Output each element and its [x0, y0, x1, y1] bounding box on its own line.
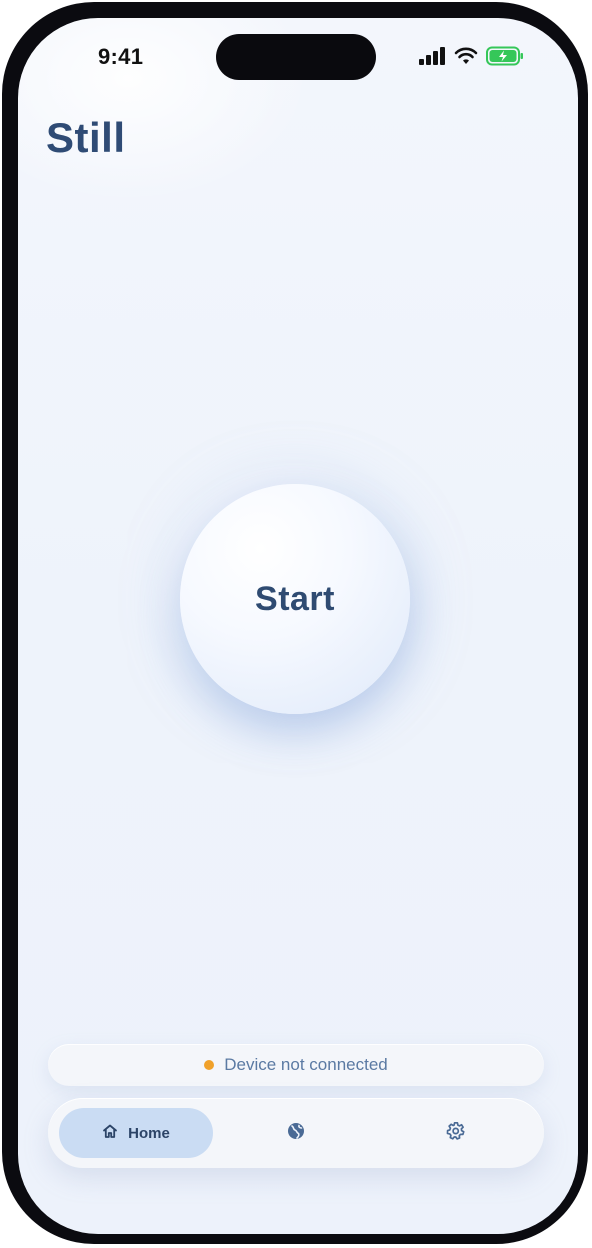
tab-home-label: Home — [128, 1124, 170, 1142]
start-button[interactable]: Start — [180, 484, 410, 714]
status-time: 9:41 — [98, 44, 144, 69]
tab-bar: Home — [48, 1098, 544, 1168]
battery-charging-icon — [486, 46, 524, 71]
signal-icon — [419, 47, 446, 70]
tab-settings[interactable] — [414, 1108, 498, 1158]
tab-home[interactable]: Home — [59, 1108, 213, 1158]
page-title: Still — [46, 114, 126, 161]
gear-icon — [446, 1121, 466, 1146]
status-dot — [204, 1060, 215, 1070]
device-status-text: Device not connected — [224, 1055, 388, 1074]
device-status-banner: Device not connected — [48, 1044, 544, 1086]
start-button-label: Start — [255, 579, 335, 618]
home-icon — [102, 1123, 118, 1144]
tab-explore[interactable] — [254, 1108, 338, 1158]
status-icons — [419, 46, 524, 71]
wifi-icon — [454, 47, 478, 70]
dynamic-island — [216, 34, 376, 80]
globe-icon — [286, 1121, 306, 1146]
